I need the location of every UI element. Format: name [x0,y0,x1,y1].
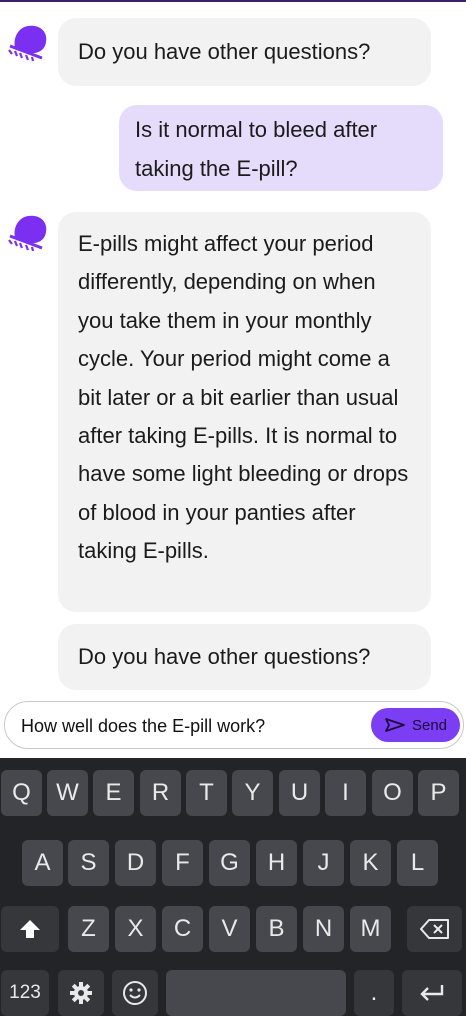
send-button[interactable]: Send [371,708,460,742]
key-u[interactable]: U [279,770,320,816]
key-a[interactable]: A [22,840,63,886]
key-z[interactable]: Z [68,906,109,952]
key-w[interactable]: W [47,770,88,816]
key-k[interactable]: K [350,840,391,886]
user-message: Is it normal to bleed after taking the E… [119,105,443,191]
key-e[interactable]: E [93,770,134,816]
settings-icon [69,981,93,1005]
message-composer: Send [4,701,464,749]
key-y[interactable]: Y [232,770,273,816]
bot-message: Do you have other questions? [58,18,431,86]
enter-key[interactable] [402,970,462,1016]
key-s[interactable]: S [68,840,109,886]
key-t[interactable]: T [186,770,227,816]
key-q[interactable]: Q [1,770,42,816]
key-p[interactable]: P [418,770,459,816]
on-screen-keyboard: Q W E R T Y U I O P A S D F G H J K L Z … [0,758,466,1016]
period-key[interactable]: . [354,970,394,1016]
key-n[interactable]: N [303,906,344,952]
key-m[interactable]: M [350,906,391,952]
emoji-icon [122,980,148,1006]
space-key[interactable] [166,970,346,1016]
numbers-key[interactable]: 123 [1,970,49,1016]
backspace-icon [419,919,450,939]
send-label: Send [411,716,448,734]
send-arrow-icon [384,717,406,733]
enter-icon [419,984,445,1002]
shift-key[interactable] [1,906,59,952]
emoji-key[interactable] [112,970,158,1016]
key-r[interactable]: R [140,770,181,816]
bot-avatar-icon [6,20,50,66]
key-i[interactable]: I [325,770,366,816]
top-border [0,0,466,2]
key-j[interactable]: J [303,840,344,886]
bot-message: Do you have other questions? [58,624,431,690]
settings-key[interactable] [58,970,104,1016]
key-f[interactable]: F [162,840,203,886]
backspace-key[interactable] [407,906,462,952]
key-h[interactable]: H [256,840,297,886]
bot-avatar-icon [6,210,50,256]
key-x[interactable]: X [115,906,156,952]
key-g[interactable]: G [209,840,250,886]
key-l[interactable]: L [397,840,438,886]
key-o[interactable]: O [372,770,413,816]
key-b[interactable]: B [256,906,297,952]
key-d[interactable]: D [115,840,156,886]
key-v[interactable]: V [209,906,250,952]
message-input[interactable] [19,710,363,742]
key-c[interactable]: C [162,906,203,952]
bot-message: E-pills might affect your period differe… [58,212,431,612]
shift-icon [19,919,41,939]
